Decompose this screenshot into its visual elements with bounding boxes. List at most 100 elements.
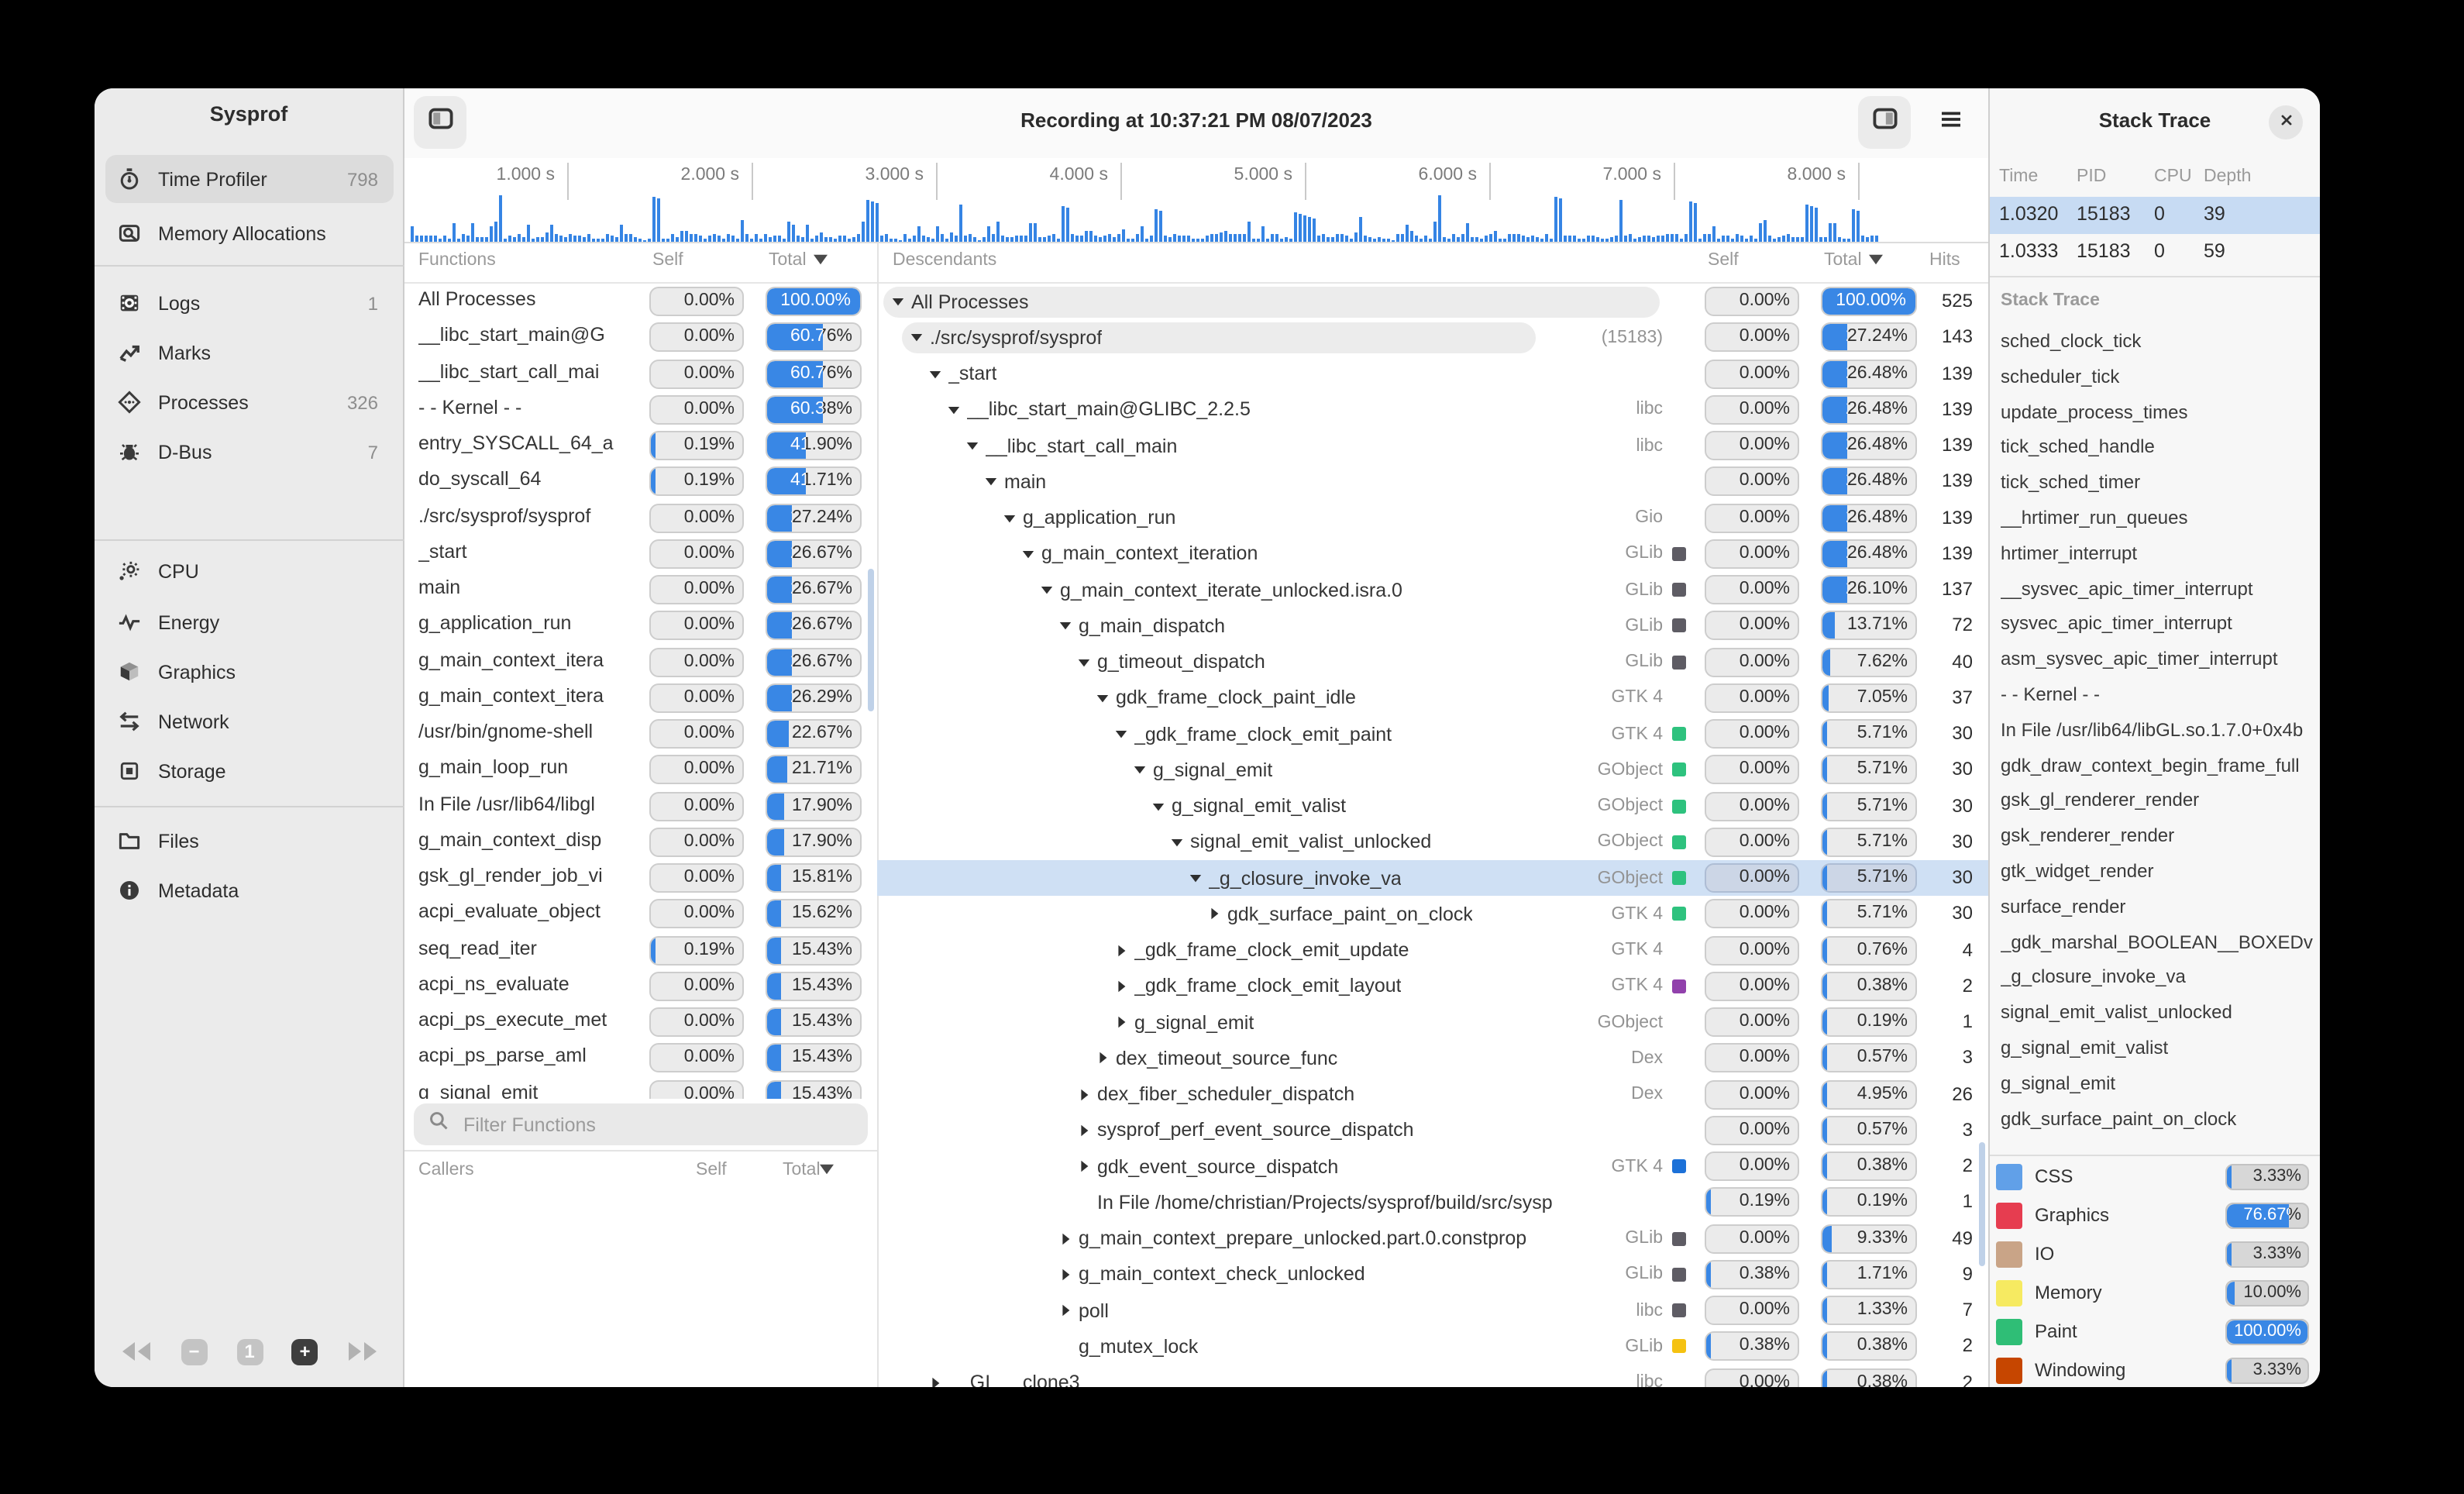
descendant-row[interactable]: gdk_surface_paint_on_clockGTK 40.00%5.71… (877, 897, 1988, 933)
descendant-row[interactable]: _g_closure_invoke_vaGObject0.00%5.71%5.7… (877, 860, 1988, 897)
functions-total-header[interactable]: Total (769, 251, 828, 270)
sample-column-header[interactable]: Time (1999, 167, 2038, 186)
callers-total-header[interactable]: Total (783, 1161, 835, 1179)
filter-functions-input[interactable] (460, 1112, 854, 1137)
expander-closed-icon[interactable] (1077, 1087, 1097, 1101)
stack-frame[interactable]: tick_sched_handle (2001, 436, 2318, 458)
stack-frame[interactable]: sysvec_apic_timer_interrupt (2001, 613, 2318, 635)
sample-row[interactable]: 1.032015183039 (1990, 197, 2320, 233)
stack-frame[interactable]: signal_emit_valist_unlocked (2001, 1001, 2318, 1023)
descendant-row[interactable]: g_application_runGio0.00%26.48%26.48%139 (877, 500, 1988, 536)
descendants-scrollbar[interactable] (1979, 1142, 1985, 1266)
function-row[interactable]: seq_read_iter0.19%0.19%15.43%15.43% (404, 932, 877, 969)
function-row[interactable]: In File /usr/lib64/libgl0.00%17.90%17.90… (404, 788, 877, 824)
function-row[interactable]: do_syscall_640.19%0.19%41.71%41.71% (404, 464, 877, 501)
expander-open-icon[interactable] (1096, 691, 1116, 705)
sample-column-header[interactable]: Depth (2204, 167, 2251, 186)
function-row[interactable]: g_main_context_itera0.00%26.29%26.29% (404, 680, 877, 717)
toggle-right-panel-button[interactable] (1858, 96, 1911, 149)
descendant-row[interactable]: g_mutex_lockGLib0.38%0.38%0.38%0.38%2 (877, 1329, 1988, 1365)
stack-frame[interactable]: update_process_times (2001, 401, 2318, 422)
descendant-row[interactable]: g_signal_emitGObject0.00%0.19%0.19%1 (877, 1004, 1988, 1041)
descendant-row[interactable]: g_main_context_check_unlockedGLib0.38%0.… (877, 1257, 1988, 1293)
descendant-row[interactable]: g_main_context_prepare_unlocked.part.0.c… (877, 1220, 1988, 1257)
descendant-row[interactable]: g_timeout_dispatchGLib0.00%7.62%7.62%40 (877, 644, 1988, 680)
stack-frame[interactable]: In File /usr/lib64/libGL.so.1.7.0+0x4b (2001, 719, 2318, 741)
function-row[interactable]: __libc_start_call_mai0.00%60.76%60.76% (404, 356, 877, 392)
expander-closed-icon[interactable] (1114, 943, 1134, 957)
function-row[interactable]: acpi_ns_evaluate0.00%15.43%15.43% (404, 969, 877, 1005)
sidebar-item-files[interactable]: Files (105, 817, 394, 865)
expander-open-icon[interactable] (1151, 799, 1172, 813)
expander-open-icon[interactable] (965, 439, 986, 453)
function-row[interactable]: acpi_evaluate_object0.00%15.62%15.62% (404, 897, 877, 933)
sidebar-item-memory-allocations[interactable]: Memory Allocations (105, 209, 394, 257)
function-row[interactable]: /usr/bin/gnome-shell0.00%22.67%22.67% (404, 716, 877, 752)
function-row[interactable]: main0.00%26.67%26.67% (404, 572, 877, 608)
descendant-row[interactable]: gdk_frame_clock_paint_idleGTK 40.00%7.05… (877, 680, 1988, 717)
descendant-row[interactable]: ./src/sysprof/sysprof(15183)0.00%27.24%2… (877, 320, 1988, 356)
descendant-row[interactable]: In File /home/christian/Projects/sysprof… (877, 1185, 1988, 1221)
expander-closed-icon[interactable] (928, 1375, 948, 1387)
stack-frame[interactable]: surface_render (2001, 896, 2318, 917)
callers-self-header[interactable]: Self (696, 1161, 727, 1179)
function-row[interactable]: g_signal_emit0.00%15.43%15.43% (404, 1076, 877, 1099)
timeline-ruler[interactable]: 1.000 s2.000 s3.000 s4.000 s5.000 s6.000… (404, 158, 1988, 243)
expander-closed-icon[interactable] (1058, 1268, 1079, 1282)
expander-closed-icon[interactable] (1096, 1052, 1116, 1065)
descendant-row[interactable]: dex_fiber_scheduler_dispatchDex0.00%4.95… (877, 1076, 1988, 1113)
sidebar-item-marks[interactable]: Marks (105, 329, 394, 377)
expander-closed-icon[interactable] (1058, 1231, 1079, 1245)
zoom-in-button[interactable]: + (292, 1338, 318, 1365)
expander-closed-icon[interactable] (1077, 1159, 1097, 1173)
descendant-row[interactable]: _gdk_frame_clock_emit_paintGTK 40.00%5.7… (877, 716, 1988, 752)
sidebar-item-network[interactable]: Network (105, 697, 394, 745)
function-row[interactable]: acpi_ps_execute_met0.00%15.43%15.43% (404, 1004, 877, 1041)
seek-forward-icon[interactable] (347, 1341, 378, 1362)
zoom-out-button[interactable]: − (181, 1338, 208, 1365)
expander-closed-icon[interactable] (1114, 979, 1134, 993)
descendant-row[interactable]: signal_emit_valist_unlockedGObject0.00%5… (877, 824, 1988, 861)
stack-frame[interactable]: gtk_widget_render (2001, 860, 2318, 882)
stack-frame[interactable]: gdk_draw_context_begin_frame_full (2001, 754, 2318, 776)
descendant-row[interactable]: g_signal_emitGObject0.00%5.71%5.71%30 (877, 752, 1988, 789)
menu-button[interactable] (1928, 99, 1974, 146)
descendant-row[interactable]: __libc_start_call_mainlibc0.00%26.48%26.… (877, 428, 1988, 464)
descendant-row[interactable]: dex_timeout_source_funcDex0.00%0.57%0.57… (877, 1041, 1988, 1077)
stack-frame[interactable]: g_signal_emit (2001, 1072, 2318, 1094)
expander-open-icon[interactable] (947, 403, 967, 417)
descendant-row[interactable]: _gdk_frame_clock_emit_updateGTK 40.00%0.… (877, 932, 1988, 969)
descendant-row[interactable]: sysprof_perf_event_source_dispatch0.00%0… (877, 1113, 1988, 1149)
functions-self-header[interactable]: Self (652, 251, 683, 270)
sidebar-item-energy[interactable]: Energy (105, 598, 394, 646)
stack-frame[interactable]: hrtimer_interrupt (2001, 542, 2318, 564)
functions-scrollbar[interactable] (868, 569, 874, 711)
stack-frame[interactable]: tick_sched_timer (2001, 471, 2318, 493)
expander-open-icon[interactable] (1170, 835, 1190, 849)
function-row[interactable]: All Processes0.00%100.00%100.00% (404, 284, 877, 320)
function-row[interactable]: - - Kernel - -0.00%60.38%60.38% (404, 392, 877, 429)
expander-open-icon[interactable] (910, 331, 930, 345)
function-row[interactable]: g_main_context_itera0.00%26.67%26.67% (404, 644, 877, 680)
sidebar-item-metadata[interactable]: Metadata (105, 866, 394, 914)
descendants-total-header[interactable]: Total (1824, 251, 1884, 270)
seek-backward-icon[interactable] (121, 1341, 152, 1362)
descendant-row[interactable]: g_signal_emit_valistGObject0.00%5.71%5.7… (877, 788, 1988, 824)
stack-frame[interactable]: - - Kernel - - (2001, 683, 2318, 705)
expander-open-icon[interactable] (984, 475, 1004, 489)
stack-frame[interactable]: _g_closure_invoke_va (2001, 966, 2318, 988)
expander-open-icon[interactable] (1133, 763, 1153, 777)
sidebar-item-storage[interactable]: Storage (105, 747, 394, 795)
descendant-row[interactable]: _gdk_frame_clock_emit_layoutGTK 40.00%0.… (877, 969, 1988, 1005)
expander-open-icon[interactable] (1040, 583, 1060, 597)
expander-closed-icon[interactable] (1207, 907, 1227, 921)
function-row[interactable]: __libc_start_main@G0.00%60.76%60.76% (404, 320, 877, 356)
descendants-hits-header[interactable]: Hits (1929, 251, 1960, 270)
function-row[interactable]: ./src/sysprof/sysprof0.00%27.24%27.24% (404, 500, 877, 536)
function-row[interactable]: entry_SYSCALL_64_a0.19%0.19%41.90%41.90% (404, 428, 877, 464)
sidebar-item-cpu[interactable]: CPU (105, 547, 394, 595)
sample-column-header[interactable]: CPU (2154, 167, 2192, 186)
function-row[interactable]: g_main_context_disp0.00%17.90%17.90% (404, 824, 877, 861)
descendants-self-header[interactable]: Self (1708, 251, 1739, 270)
stack-frame[interactable]: scheduler_tick (2001, 366, 2318, 387)
